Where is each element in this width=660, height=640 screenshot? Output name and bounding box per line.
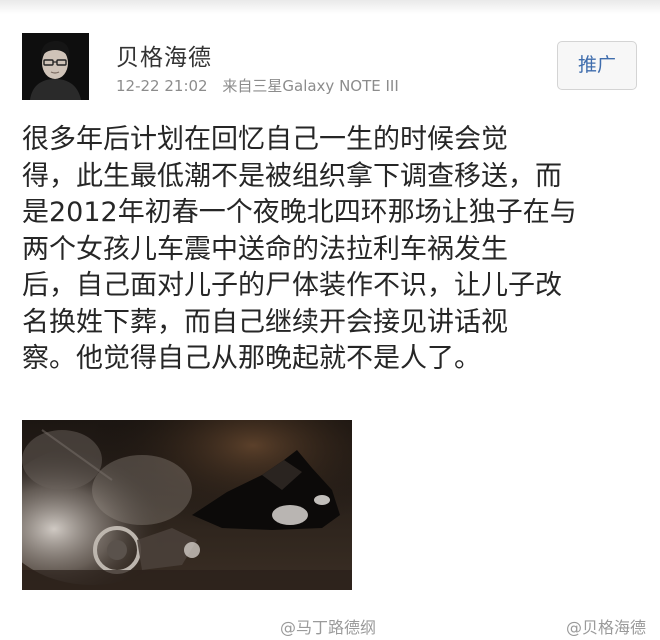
post-text-line: 后，自己面对儿子的尸体装作不识，让儿子改	[22, 270, 562, 301]
top-shadow	[0, 0, 660, 14]
post-time: 12-22 21:02	[116, 77, 208, 95]
post-text-line: 是2012年初春一个夜晚北四环那场让独子在与	[22, 197, 577, 228]
author-name[interactable]: 贝格海德	[116, 38, 212, 72]
post-text-line: 察。他觉得自己从那晚起就不是人了。	[22, 343, 481, 374]
avatar-portrait-image	[22, 33, 89, 100]
post-text-line: 很多年后计划在回忆自己一生的时候会觉	[22, 124, 508, 155]
watermark-left: @马丁路德纲	[280, 618, 377, 637]
post-image[interactable]	[22, 420, 352, 590]
post-text-line: 得，此生最低潮不是被组织拿下调查移送，而	[22, 160, 562, 192]
post-text-line: 两个女孩儿车震中送命的法拉利车祸发生	[22, 233, 508, 265]
avatar[interactable]	[22, 33, 89, 100]
post-text: 很多年后计划在回忆自己一生的时候会觉 得，此生最低潮不是被组织拿下调查移送，而 …	[22, 122, 632, 378]
post-text-line: 名换姓下葬，而自己继续开会接见讲话视	[22, 306, 508, 338]
post-source[interactable]: 来自三星Galaxy NOTE III	[222, 77, 398, 95]
promote-button[interactable]: 推广	[557, 41, 637, 90]
post-meta: 12-22 21:02 来自三星Galaxy NOTE III	[116, 75, 399, 96]
car-crash-photo	[22, 420, 352, 590]
watermark-right: @贝格海德	[566, 618, 647, 637]
